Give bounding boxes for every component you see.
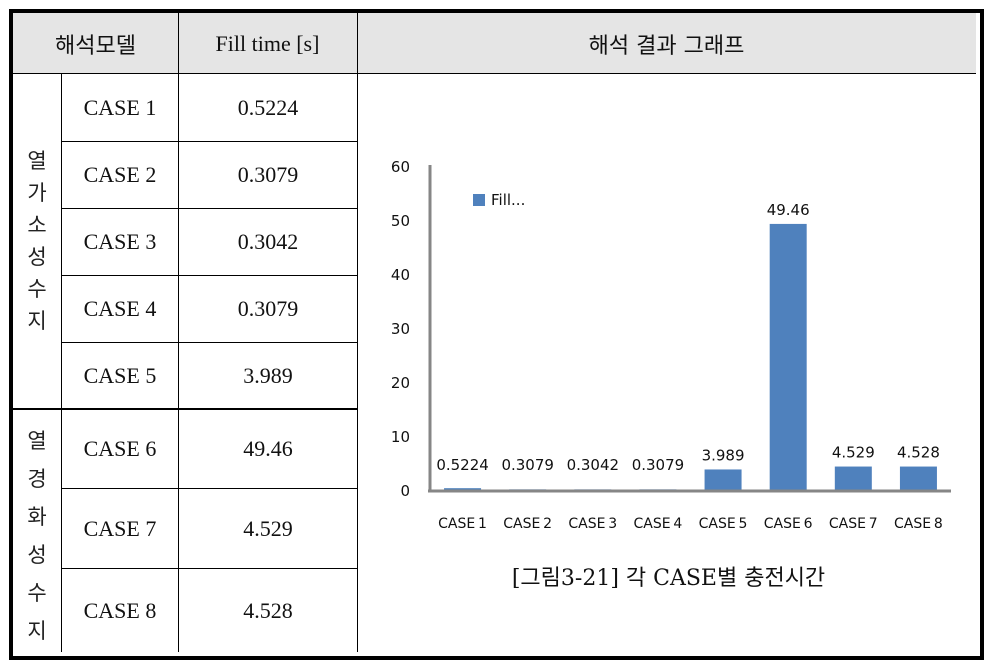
header-model-label: 해석모델 xyxy=(55,33,136,59)
group-label-char: 열 xyxy=(27,149,47,173)
case-label: CASE 8 xyxy=(83,597,157,623)
bar-data-label: 4.529 xyxy=(832,444,875,462)
case-label: CASE 4 xyxy=(83,296,157,321)
legend: Fill... xyxy=(473,191,525,209)
group-label-char: 지 xyxy=(27,619,47,643)
y-axis-ticks: 0 10 20 30 40 50 60 xyxy=(391,158,410,500)
case-cell: CASE 7 xyxy=(62,489,178,568)
bar xyxy=(899,466,937,491)
x-tick-label: CASE 3 xyxy=(568,516,617,532)
fill-time-value: 0.3042 xyxy=(237,229,299,254)
y-tick-label: 20 xyxy=(391,374,410,392)
case-cell: CASE 5 xyxy=(62,343,178,409)
figure-caption: [그림3-21] 각 CASE별 충전시간 xyxy=(511,566,826,591)
fill-time-value: 0.3079 xyxy=(237,162,299,187)
bar-data-label: 3.989 xyxy=(702,446,745,464)
fill-time-value: 0.3079 xyxy=(237,296,299,321)
group-label-thermoset: 열 경 화 성 수 지 xyxy=(13,422,61,650)
group-label-char: 성 xyxy=(27,543,47,567)
x-tick-label: CASE 6 xyxy=(764,516,813,532)
header-model: 해석모델 xyxy=(13,13,178,74)
group-label-char: 경 xyxy=(27,467,47,491)
bar-data-label: 0.5224 xyxy=(436,456,489,474)
bar xyxy=(769,223,807,491)
x-axis-labels: CASE 1 CASE 2 CASE 3 CASE 4 CASE 5 CASE 6 CASE… xyxy=(438,516,943,532)
fill-time-value: 0.5224 xyxy=(237,94,299,120)
fill-time-cell: 4.528 xyxy=(179,569,357,652)
bar-data-label: 49.46 xyxy=(767,201,810,219)
y-tick-label: 30 xyxy=(391,320,410,338)
case-label: CASE 2 xyxy=(83,162,157,187)
case-cell: CASE 2 xyxy=(62,142,178,208)
case-cell: CASE 1 xyxy=(62,74,178,141)
case-label: CASE 6 xyxy=(83,436,157,461)
bar-data-label: 0.3079 xyxy=(501,456,554,474)
group-label-char: 열 xyxy=(27,429,47,453)
x-tick-label: CASE 5 xyxy=(699,516,748,532)
y-tick-label: 50 xyxy=(391,212,410,230)
group-label-char: 성 xyxy=(27,245,47,269)
header-graph-label: 해석 결과 그래프 xyxy=(588,33,745,59)
fill-time-cell: 0.3079 xyxy=(179,276,357,342)
x-tick-label: CASE 4 xyxy=(634,516,683,532)
x-tick-label: CASE 7 xyxy=(829,516,878,532)
fill-time-bar-chart: 0 10 20 30 40 50 60 0.5224 0.3079 0.3042 0.3079 3.… xyxy=(391,158,951,532)
fill-time-cell: 0.5224 xyxy=(179,74,357,141)
group-label-char: 화 xyxy=(27,505,47,529)
case-label: CASE 3 xyxy=(83,229,157,254)
fill-time-cell: 49.46 xyxy=(179,410,357,488)
fill-time-cell: 4.529 xyxy=(179,489,357,568)
fill-time-cell: 3.989 xyxy=(179,343,357,409)
legend-swatch xyxy=(473,194,485,206)
fill-time-value: 49.46 xyxy=(243,436,293,461)
case-label: CASE 1 xyxy=(83,94,157,120)
x-tick-label: CASE 8 xyxy=(894,516,943,532)
group-label-char: 가 xyxy=(27,181,47,205)
case-label: CASE 7 xyxy=(83,515,157,541)
fill-time-value: 4.529 xyxy=(243,515,293,541)
y-tick-label: 10 xyxy=(391,428,410,446)
bar-data-label: 4.528 xyxy=(897,444,940,462)
header-fill-time: Fill time [s] xyxy=(178,13,357,74)
header-fill-time-label: Fill time [s] xyxy=(215,30,320,56)
fill-time-cell: 0.3079 xyxy=(179,142,357,208)
bar-data-label: 0.3042 xyxy=(567,456,620,474)
group-label-char: 지 xyxy=(27,309,47,333)
group-label-char: 소 xyxy=(27,213,47,237)
fill-time-value: 4.528 xyxy=(243,597,293,623)
case-cell: CASE 3 xyxy=(62,209,178,275)
case-cell: CASE 6 xyxy=(62,410,178,488)
legend-label: Fill... xyxy=(491,191,525,209)
data-labels: 0.5224 0.3079 0.3042 0.3079 3.989 49.46 4.529 4… xyxy=(436,201,940,474)
case-cell: CASE 4 xyxy=(62,276,178,342)
group-label-char: 수 xyxy=(27,581,47,605)
bar xyxy=(704,469,742,491)
bar xyxy=(834,466,872,491)
col-divider-2 xyxy=(357,13,358,652)
y-tick-label: 40 xyxy=(391,266,410,284)
x-tick-label: CASE 1 xyxy=(438,516,487,532)
bar-data-label: 0.3079 xyxy=(632,456,685,474)
x-tick-label: CASE 2 xyxy=(503,516,552,532)
group-label-char: 수 xyxy=(27,277,47,301)
case-cell: CASE 8 xyxy=(62,569,178,652)
case-label: CASE 5 xyxy=(83,363,157,388)
header-graph: 해석 결과 그래프 xyxy=(357,13,976,74)
fill-time-value: 3.989 xyxy=(243,363,293,388)
group-label-thermoplastic: 열 가 소 성 수 지 xyxy=(13,145,61,337)
y-tick-label: 0 xyxy=(400,482,410,500)
y-tick-label: 60 xyxy=(391,158,410,176)
fill-time-cell: 0.3042 xyxy=(179,209,357,275)
